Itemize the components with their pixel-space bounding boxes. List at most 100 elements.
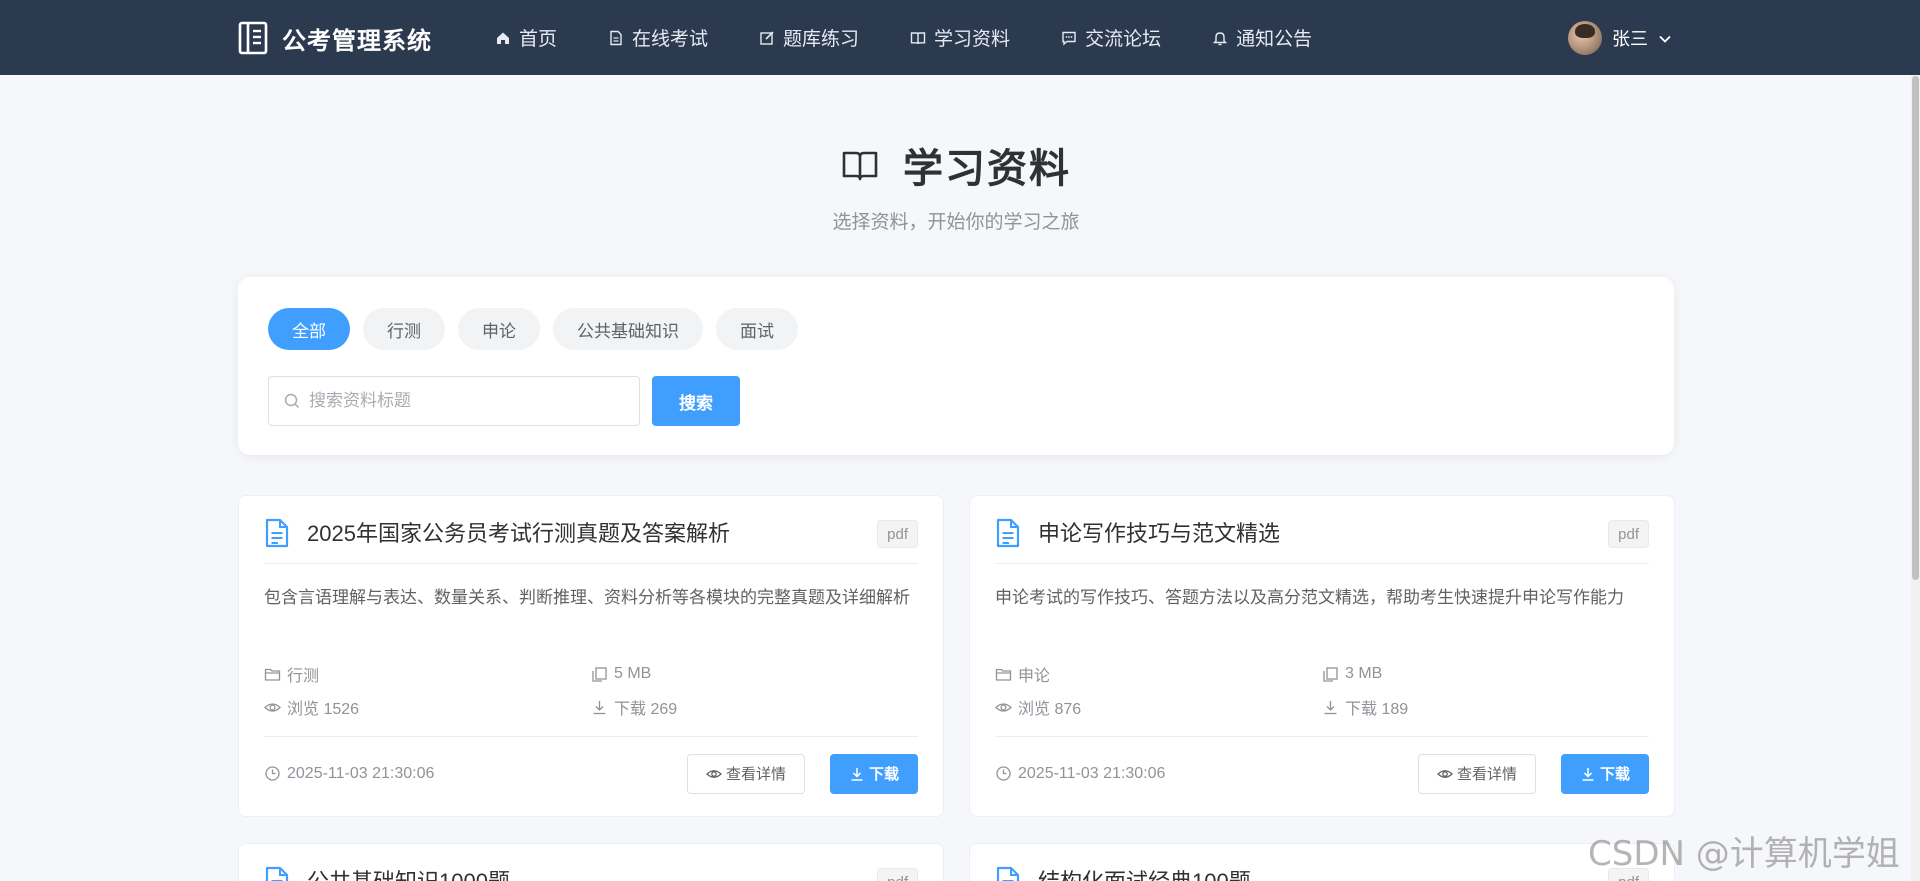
page-title-row: 学习资料 — [238, 135, 1674, 195]
meta-downloads: 下载 189 — [1322, 695, 1649, 719]
avatar[interactable] — [1568, 21, 1602, 55]
material-description: 包含言语理解与表达、数量关系、判断推理、资料分析等各模块的完整真题及详细解析 — [264, 588, 910, 607]
material-card[interactable]: 2025年国家公务员考试行测真题及答案解析 pdf 包含言语理解与表达、数量关系… — [238, 495, 944, 817]
search-icon — [283, 392, 301, 410]
meta-size: 3 MB — [1322, 662, 1649, 686]
top-navbar: 公考管理系统 首页 在线考试 题库练习 学习资料 交流论坛 通知公告 张三 — [0, 0, 1920, 75]
eye-icon — [264, 699, 281, 716]
document-icon — [264, 518, 294, 550]
logo-book-icon — [238, 21, 268, 55]
material-card[interactable]: 结构化面试经典100题 pdf — [969, 843, 1675, 881]
category-tag-all[interactable]: 全部 — [268, 308, 350, 350]
file-type-badge: pdf — [877, 520, 918, 548]
meta-size-label: 5 MB — [614, 665, 652, 682]
document-icon — [995, 866, 1025, 881]
nav-item-online-exam[interactable]: 在线考试 — [607, 0, 708, 75]
view-details-button[interactable]: 查看详情 — [1418, 753, 1536, 794]
brand-title: 公考管理系统 — [282, 27, 432, 55]
category-tag-shenlun[interactable]: 申论 — [458, 308, 540, 350]
user-name: 张三 — [1612, 29, 1648, 49]
meta-downloads-label: 下载 189 — [1345, 701, 1409, 718]
search-button[interactable]: 搜索 — [652, 376, 740, 426]
card-actions: 查看详情 下载 — [687, 753, 918, 794]
meta-size-label: 3 MB — [1345, 665, 1383, 682]
meta-row: 申论 3 MB — [995, 662, 1649, 686]
meta-downloads-label: 下载 269 — [614, 701, 678, 718]
material-title[interactable]: 2025年国家公务员考试行测真题及答案解析 — [307, 518, 877, 550]
eye-icon — [1437, 766, 1453, 782]
upload-time: 2025-11-03 21:30:06 — [995, 765, 1165, 783]
download-button[interactable]: 下载 — [830, 753, 918, 794]
user-menu[interactable]: 张三 — [1568, 20, 1672, 56]
meta-row: 浏览 876 下载 189 — [995, 695, 1649, 719]
download-icon — [1322, 699, 1339, 716]
card-header: 申论写作技巧与范文精选 pdf — [995, 518, 1649, 564]
nav-item-label: 在线考试 — [632, 29, 709, 50]
search-box[interactable] — [268, 376, 640, 426]
edit-icon — [758, 29, 776, 47]
card-footer: 2025-11-03 21:30:06 查看详情 下载 — [995, 736, 1649, 796]
download-button[interactable]: 下载 — [1561, 753, 1649, 794]
card-header: 2025年国家公务员考试行测真题及答案解析 pdf — [264, 518, 918, 564]
view-details-button[interactable]: 查看详情 — [687, 753, 805, 794]
material-card[interactable]: 申论写作技巧与范文精选 pdf 申论考试的写作技巧、答题方法以及高分范文精选，帮… — [969, 495, 1675, 817]
bell-icon — [1211, 29, 1229, 47]
download-icon — [591, 699, 608, 716]
folder-icon — [995, 666, 1012, 683]
eye-icon — [706, 766, 722, 782]
meta-downloads: 下载 269 — [591, 695, 918, 719]
upload-time-label: 2025-11-03 21:30:06 — [1018, 764, 1166, 782]
nav-item-label: 题库练习 — [783, 29, 860, 50]
card-header: 结构化面试经典100题 pdf — [995, 866, 1649, 881]
document-icon — [607, 29, 625, 47]
download-label: 下载 — [868, 766, 899, 783]
page-subtitle: 选择资料，开始你的学习之旅 — [832, 212, 1080, 233]
nav-item-notices[interactable]: 通知公告 — [1211, 0, 1312, 75]
material-title[interactable]: 结构化面试经典100题 — [1038, 866, 1608, 881]
category-tags: 全部 行测 申论 公共基础知识 面试 — [268, 308, 811, 350]
meta-category: 行测 — [264, 662, 591, 686]
meta-views-label: 浏览 876 — [1018, 701, 1082, 718]
copy-icon — [1322, 666, 1339, 683]
file-type-badge: pdf — [877, 868, 918, 881]
nav-item-forum[interactable]: 交流论坛 — [1060, 0, 1161, 75]
nav-item-question-bank[interactable]: 题库练习 — [758, 0, 859, 75]
watermark: CSDN @计算机学姐 — [1588, 834, 1900, 874]
home-icon — [494, 29, 512, 47]
category-tag-public-knowledge[interactable]: 公共基础知识 — [553, 308, 703, 350]
book-icon — [909, 29, 927, 47]
document-icon — [264, 866, 294, 881]
upload-time: 2025-11-03 21:30:06 — [264, 765, 434, 783]
document-icon — [995, 518, 1025, 550]
category-tag-xingce[interactable]: 行测 — [363, 308, 445, 350]
nav-item-home[interactable]: 首页 — [494, 0, 557, 75]
clock-icon — [264, 765, 281, 782]
meta-row: 行测 5 MB — [264, 662, 918, 686]
nav-item-study-materials[interactable]: 学习资料 — [909, 0, 1010, 75]
brand[interactable]: 公考管理系统 — [238, 20, 432, 56]
material-description: 申论考试的写作技巧、答题方法以及高分范文精选，帮助考生快速提升申论写作能力 — [995, 588, 1624, 607]
book-open-icon — [841, 146, 879, 184]
eye-icon — [995, 699, 1012, 716]
view-details-label: 查看详情 — [725, 766, 786, 783]
meta-category: 申论 — [995, 662, 1322, 686]
copy-icon — [591, 666, 608, 683]
nav-item-label: 通知公告 — [1236, 29, 1313, 50]
download-icon — [1580, 766, 1596, 782]
material-title[interactable]: 公共基础知识1000题 — [307, 866, 877, 881]
search-input[interactable] — [309, 391, 629, 411]
material-card[interactable]: 公共基础知识1000题 pdf — [238, 843, 944, 881]
page-title: 学习资料 — [903, 147, 1071, 191]
download-label: 下载 — [1599, 766, 1630, 783]
page-header: 学习资料 选择资料，开始你的学习之旅 — [238, 135, 1674, 234]
scrollbar-thumb[interactable] — [1912, 76, 1919, 580]
card-header: 公共基础知识1000题 pdf — [264, 866, 918, 881]
card-actions: 查看详情 下载 — [1418, 753, 1649, 794]
material-title[interactable]: 申论写作技巧与范文精选 — [1038, 518, 1608, 550]
meta-views: 浏览 876 — [995, 695, 1322, 719]
category-tag-interview[interactable]: 面试 — [716, 308, 798, 350]
clock-icon — [995, 765, 1012, 782]
main-nav: 首页 在线考试 题库练习 学习资料 交流论坛 通知公告 — [494, 0, 1362, 75]
view-details-label: 查看详情 — [1456, 766, 1517, 783]
meta-views-label: 浏览 1526 — [287, 701, 360, 718]
